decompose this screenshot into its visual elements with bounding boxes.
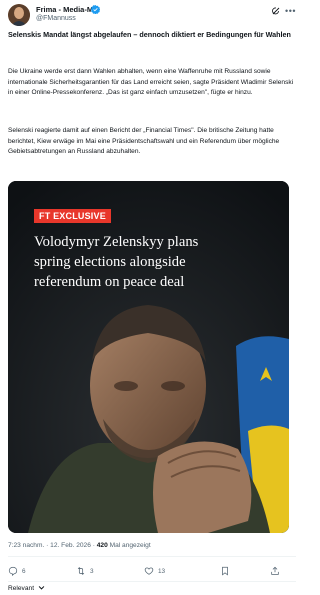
ft-exclusive-badge: FT EXCLUSIVE xyxy=(34,209,111,223)
media-headline: Volodymyr Zelenskyy plans spring electio… xyxy=(34,234,199,290)
chevron-down-icon xyxy=(38,586,45,590)
tweet-paragraph: Die Ukraine werde erst dann Wahlen abhal… xyxy=(8,68,294,96)
like-button[interactable]: 13 xyxy=(144,565,165,577)
tweet-meta: 7:23 nachm. · 12. Feb. 2026 · 420 Mal an… xyxy=(8,542,151,549)
author-name[interactable]: Frima - Media-Mix xyxy=(36,5,99,14)
sort-label: Relevant xyxy=(8,585,35,592)
divider xyxy=(8,556,296,557)
divider xyxy=(8,581,296,582)
grok-icon[interactable] xyxy=(271,6,281,16)
tweet: Frima - Media-Mix @FMannuss ••• Selenski… xyxy=(0,0,304,595)
repost-count: 3 xyxy=(90,567,94,575)
views-label: Mal angezeigt xyxy=(107,542,151,549)
reply-count: 6 xyxy=(22,567,26,575)
like-count: 13 xyxy=(158,567,166,575)
tweet-header: Frima - Media-Mix @FMannuss ••• xyxy=(8,4,296,28)
share-button[interactable] xyxy=(270,565,280,577)
more-options-icon[interactable]: ••• xyxy=(285,6,296,16)
reply-button[interactable]: 6 xyxy=(8,565,26,577)
repost-button[interactable]: 3 xyxy=(76,565,94,577)
repost-icon xyxy=(77,567,85,575)
action-bar: 6 3 13 xyxy=(8,565,296,579)
views-count: 420 xyxy=(96,542,108,549)
tweet-headline: Selenskis Mandat längst abgelaufen – den… xyxy=(8,30,291,39)
heart-icon xyxy=(144,567,154,575)
reply-icon xyxy=(8,566,18,576)
avatar[interactable] xyxy=(8,4,30,26)
author-handle[interactable]: @FMannuss xyxy=(36,15,76,22)
bookmark-icon xyxy=(222,566,228,576)
tweet-paragraph: Selenski reagierte damit auf einen Beric… xyxy=(8,127,280,155)
tweet-date[interactable]: 12. Feb. 2026 xyxy=(50,542,91,549)
share-icon xyxy=(271,566,279,575)
media-image[interactable]: FT EXCLUSIVE Volodymyr Zelenskyy plans s… xyxy=(8,181,289,533)
bookmark-button[interactable] xyxy=(220,565,230,577)
verified-badge-icon xyxy=(91,5,100,14)
avatar-image xyxy=(8,4,30,26)
tweet-time[interactable]: 7:23 nachm. xyxy=(8,542,44,549)
sort-replies-dropdown[interactable]: Relevant xyxy=(8,584,45,592)
